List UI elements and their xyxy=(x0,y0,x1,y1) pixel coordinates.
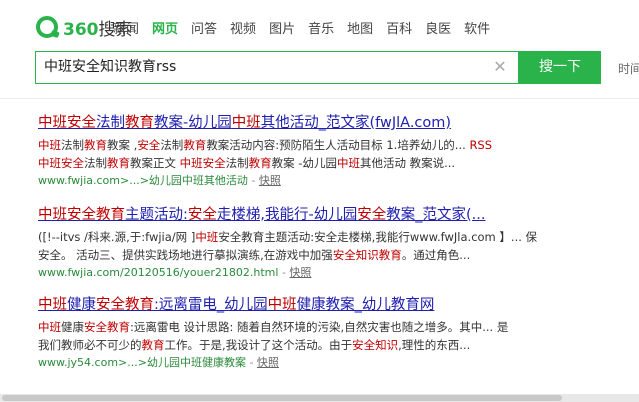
snapshot-link[interactable]: 快照 xyxy=(257,356,279,369)
result-url-row: www.jy54.com>...>幼儿园中班健康教案 - 快照 xyxy=(38,356,279,369)
result-title-link[interactable]: 中班健康安全教育:远离雷电_幼儿园中班健康教案_幼儿教育网 xyxy=(38,295,598,315)
nav-tab[interactable]: 视频 xyxy=(230,18,256,37)
text-segment: 教育 xyxy=(183,138,207,152)
text-segment: 教案 -幼儿园 xyxy=(271,156,337,170)
text-segment: 安全 xyxy=(137,138,161,152)
text-segment: RSS xyxy=(469,138,493,152)
text-segment: 中班 xyxy=(195,230,219,244)
text-segment: 法制 xyxy=(61,138,84,152)
text-segment: 工作。于是,我设计了这个活动。由于 xyxy=(164,338,353,352)
text-segment: 中班 xyxy=(336,156,360,170)
result-url[interactable]: www.fwjia.com>...>幼儿园中班其他活动 xyxy=(38,174,248,187)
result-url[interactable]: www.jy54.com>...>幼儿园中班健康教案 xyxy=(38,356,246,369)
text-segment: 主题活动: xyxy=(125,207,188,223)
close-icon[interactable]: ✕ xyxy=(492,59,508,75)
text-segment: 健康 xyxy=(67,297,96,313)
text-segment: 教案-幼儿园 xyxy=(154,115,232,131)
text-segment: 我们教师必不可少的 xyxy=(38,338,142,352)
snapshot-link[interactable]: 快照 xyxy=(289,266,311,279)
text-segment: 中班安全教育 xyxy=(38,207,125,223)
text-segment: 教育 xyxy=(141,338,165,352)
nav-tab[interactable]: 音乐 xyxy=(308,18,334,37)
text-segment: 教育 xyxy=(248,156,272,170)
text-segment: 教案_范文家(... xyxy=(386,207,486,223)
text-segment: 中班安全 xyxy=(179,156,226,170)
text-segment: 安全教育 xyxy=(96,297,154,313)
text-segment: ([!--itvs /科来.源,于:fwjia/网 ] xyxy=(38,230,196,244)
text-segment: 教育 xyxy=(125,115,154,131)
search-result: 中班安全教育主题活动:安全走楼梯,我能行-幼儿园安全教案_范文家(... ([!-… xyxy=(38,205,598,282)
text-segment: 安全知识 xyxy=(352,338,399,352)
search-result: 中班健康安全教育:远离雷电_幼儿园中班健康教案_幼儿教育网 中班健康安全教育:远离… xyxy=(38,295,598,372)
result-snippet-line: 中班安全法制教育教案正文 中班安全法制教育教案 -幼儿园中班其他活动 教案说..… xyxy=(38,154,598,172)
nav-tab[interactable]: 百科 xyxy=(386,18,412,37)
result-snippet-line: 安全。 活动三、提供实践场地进行摹拟演练,在游戏中加强安全知识教育。通过角色..… xyxy=(38,246,598,264)
text-segment: 中班 xyxy=(231,115,261,131)
text-segment: 法制 xyxy=(160,138,184,152)
text-segment: 中班 xyxy=(267,297,297,313)
text-segment: 教育 xyxy=(84,138,107,152)
snapshot-link[interactable]: 快照 xyxy=(259,174,281,187)
text-segment: 安全 xyxy=(187,207,217,223)
text-segment: 教育 xyxy=(107,156,130,170)
header: 360搜索 新闻网页问答视频图片音乐地图百科良医软件 ✕ 搜一下 时间 xyxy=(0,0,639,99)
scrollbar-thumb[interactable] xyxy=(2,395,562,401)
text-segment: ,理性的东西... xyxy=(398,338,471,352)
nav-tab[interactable]: 图片 xyxy=(269,18,295,37)
horizontal-scrollbar[interactable] xyxy=(0,394,639,402)
text-segment: 法制 xyxy=(225,156,249,170)
nav-tab[interactable]: 良医 xyxy=(425,18,451,37)
text-segment: 法制 xyxy=(84,156,107,170)
text-segment: 安全 xyxy=(357,207,387,223)
text-segment: 中班安全 xyxy=(38,156,84,170)
nav-tab[interactable]: 问答 xyxy=(191,18,217,37)
result-snippet-line: 中班法制教育教案 ,安全法制教育教案活动内容:预防陌生人活动目标 1.培养幼儿的… xyxy=(38,136,598,154)
result-title-link[interactable]: 中班安全教育主题活动:安全走楼梯,我能行-幼儿园安全教案_范文家(... xyxy=(38,205,598,225)
text-segment: 中班 xyxy=(38,138,61,152)
result-snippet-line: ([!--itvs /科来.源,于:fwjia/网 ]中班安全教育主题活动:安全… xyxy=(38,228,598,246)
search-button[interactable]: 搜一下 xyxy=(519,51,601,84)
nav-tab[interactable]: 新闻 xyxy=(113,18,139,37)
text-segment: 安全。 活动三、提供实践场地进行摹拟演练,在游戏中加强 xyxy=(38,248,333,262)
text-segment: :远离雷电_幼儿园 xyxy=(154,297,268,313)
result-url-row: www.fwjia.com/20120516/youer21802.html -… xyxy=(38,266,312,279)
time-filter-link[interactable]: 时间 xyxy=(618,60,639,77)
text-segment: 其他活动 教案说... xyxy=(359,156,456,170)
text-segment: 中班 xyxy=(38,320,61,334)
nav-tab[interactable]: 软件 xyxy=(464,18,490,37)
text-segment: 走楼梯,我能行-幼儿园 xyxy=(216,207,358,223)
search-box: ✕ xyxy=(35,51,519,84)
text-segment: 健康 xyxy=(61,320,84,334)
nav-tab[interactable]: 地图 xyxy=(347,18,373,37)
result-snippet-line: 我们教师必不可少的教育工作。于是,我设计了这个活动。由于安全知识,理性的东西..… xyxy=(38,336,598,354)
text-segment: 安全教育 xyxy=(84,320,130,334)
nav-tab[interactable]: 网页 xyxy=(152,18,178,37)
text-segment: 中班 xyxy=(38,297,67,313)
text-segment: 。通过角色... xyxy=(401,248,471,262)
text-segment: 健康教案_幼儿教育网 xyxy=(296,297,435,313)
text-segment: 教案活动内容:预防陌生人活动目标 1.培养幼儿的... xyxy=(206,138,470,152)
text-segment: 法制 xyxy=(96,115,125,131)
text-segment: 安全教育主题活动:安全走楼梯,我能行www.fwJla.com 】... 保 xyxy=(218,230,538,244)
text-segment: 教案 , xyxy=(107,138,138,152)
text-segment: 教案正文 xyxy=(130,156,180,170)
search-result: 中班安全法制教育教案-幼儿园中班其他活动_范文家(fwJlA.com) 中班法制教… xyxy=(38,113,598,190)
text-segment: 安全知识教育 xyxy=(332,248,402,262)
result-url-row: www.fwjia.com>...>幼儿园中班其他活动 - 快照 xyxy=(38,174,281,187)
result-snippet-line: 中班健康安全教育:远离雷电 设计思路: 随着自然环境的污染,自然灾害也随之增多。… xyxy=(38,318,598,336)
nav-bar: 新闻 网页 问答 视频 图片 音乐 地图 百科 良医 软件 xyxy=(113,18,503,37)
result-title-link[interactable]: 中班安全法制教育教案-幼儿园中班其他活动_范文家(fwJlA.com) xyxy=(38,113,598,133)
logo-icon xyxy=(36,16,58,38)
text-segment: 其他活动_范文家(fwJlA.com) xyxy=(260,115,452,131)
result-url[interactable]: www.fwjia.com/20120516/youer21802.html xyxy=(38,266,278,279)
text-segment: 中班安全 xyxy=(38,115,96,131)
text-segment: :远离雷电 设计思路: 随着自然环境的污染,自然灾害也随之增多。其中... 是 xyxy=(130,320,509,334)
search-input[interactable] xyxy=(44,52,484,83)
